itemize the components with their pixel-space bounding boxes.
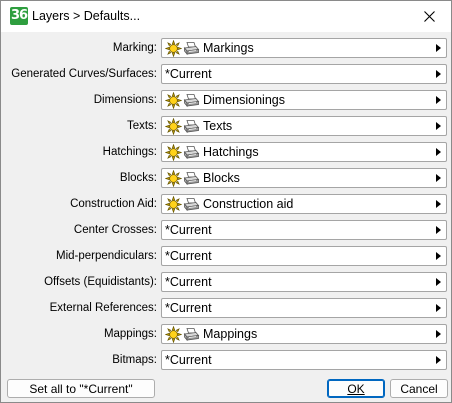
layer-row: Generated Curves/Surfaces: *Current — [1, 61, 451, 87]
layer-assignment-list: Marking: Markings Generated Curves/Surface… — [1, 35, 451, 373]
layer-select[interactable]: Texts — [161, 116, 447, 136]
cancel-label: Cancel — [400, 381, 438, 396]
dropdown-arrow-icon[interactable] — [436, 200, 441, 208]
layer-state-icons — [165, 169, 200, 187]
dropdown-arrow-icon[interactable] — [436, 96, 441, 104]
sun-icon — [165, 39, 182, 57]
layer-select-value: *Current — [165, 67, 212, 81]
ok-label: OK — [347, 381, 365, 396]
layer-row-label: Texts: — [126, 120, 157, 132]
cancel-button[interactable]: Cancel — [390, 379, 448, 398]
ok-button[interactable]: OK — [327, 379, 385, 398]
layer-row: Construction Aid: Construction aid — [1, 191, 451, 217]
layer-row: Marking: Markings — [1, 35, 451, 61]
dropdown-arrow-icon[interactable] — [436, 304, 441, 312]
layer-row: Dimensions: Dimensionings — [1, 87, 451, 113]
sun-icon — [165, 195, 182, 213]
layer-select-value: *Current — [165, 249, 212, 263]
title-bar[interactable]: 36 Layers > Defaults... — [1, 1, 451, 32]
layer-row-label: Center Crosses: — [73, 224, 157, 236]
layer-row: Mid-perpendiculars: *Current — [1, 243, 451, 269]
layer-state-icons — [165, 143, 200, 161]
layer-select[interactable]: *Current — [161, 272, 447, 292]
layer-select-value: Blocks — [203, 171, 240, 185]
layer-select[interactable]: *Current — [161, 246, 447, 266]
layer-row: Bitmaps: *Current — [1, 347, 451, 373]
layer-select[interactable]: Hatchings — [161, 142, 447, 162]
layer-state-icons — [165, 325, 200, 343]
dropdown-arrow-icon[interactable] — [436, 278, 441, 286]
layer-select[interactable]: Mappings — [161, 324, 447, 344]
app-icon: 36 — [10, 7, 28, 25]
printer-icon — [183, 93, 200, 107]
printer-icon — [183, 145, 200, 159]
layer-select[interactable]: *Current — [161, 350, 447, 370]
layer-row-label: Hatchings: — [102, 146, 157, 158]
layer-select-value: *Current — [165, 223, 212, 237]
dropdown-arrow-icon[interactable] — [436, 148, 441, 156]
layer-select[interactable]: Dimensionings — [161, 90, 447, 110]
layer-state-icons — [165, 117, 200, 135]
layer-row-label: Construction Aid: — [70, 198, 157, 210]
set-all-current-button[interactable]: Set all to "*Current" — [7, 379, 155, 398]
layer-select-value: Hatchings — [203, 145, 259, 159]
set-all-current-label: Set all to "*Current" — [29, 381, 133, 396]
layer-row-label: Offsets (Equidistants): — [44, 276, 157, 288]
layer-row-label: Mappings: — [103, 328, 157, 340]
sun-icon — [165, 91, 182, 109]
dropdown-arrow-icon[interactable] — [436, 252, 441, 260]
printer-icon — [183, 119, 200, 133]
layer-select[interactable]: Blocks — [161, 168, 447, 188]
window-title: Layers > Defaults... — [32, 9, 141, 23]
layer-select[interactable]: *Current — [161, 298, 447, 318]
layer-state-icons — [165, 39, 200, 57]
dropdown-arrow-icon[interactable] — [436, 174, 441, 182]
printer-icon — [183, 171, 200, 185]
layer-select-value: Mappings — [203, 327, 258, 341]
printer-icon — [183, 197, 200, 211]
printer-icon — [183, 41, 200, 55]
dropdown-arrow-icon[interactable] — [436, 356, 441, 364]
printer-icon — [183, 327, 200, 341]
dropdown-arrow-icon[interactable] — [436, 122, 441, 130]
layer-row-label: Marking: — [112, 42, 157, 54]
sun-icon — [165, 143, 182, 161]
layer-row-label: Bitmaps: — [112, 354, 157, 366]
layer-row: Texts: Texts — [1, 113, 451, 139]
layer-row: External References: *Current — [1, 295, 451, 321]
layer-row-label: Mid-perpendiculars: — [56, 250, 157, 262]
layer-row-label: Blocks: — [119, 172, 157, 184]
layer-row: Hatchings: Hatchings — [1, 139, 451, 165]
layer-select[interactable]: Markings — [161, 38, 447, 58]
dropdown-arrow-icon[interactable] — [436, 44, 441, 52]
layer-row: Blocks: Blocks — [1, 165, 451, 191]
layer-select[interactable]: *Current — [161, 64, 447, 84]
layer-select-value: *Current — [165, 301, 212, 315]
close-button[interactable] — [407, 1, 451, 32]
layer-select-value: Dimensionings — [203, 93, 285, 107]
layer-row-label: Generated Curves/Surfaces: — [11, 68, 157, 80]
close-icon — [423, 11, 435, 22]
layer-select[interactable]: *Current — [161, 220, 447, 240]
dropdown-arrow-icon[interactable] — [436, 226, 441, 234]
layers-defaults-dialog: 36 Layers > Defaults... Marking: Markings… — [0, 0, 452, 403]
dropdown-arrow-icon[interactable] — [436, 330, 441, 338]
sun-icon — [165, 169, 182, 187]
layer-select-value: *Current — [165, 275, 212, 289]
layer-state-icons — [165, 195, 200, 213]
sun-icon — [165, 117, 182, 135]
layer-row: Offsets (Equidistants): *Current — [1, 269, 451, 295]
sun-icon — [165, 325, 182, 343]
layer-row: Mappings: Mappings — [1, 321, 451, 347]
layer-select-value: Markings — [203, 41, 254, 55]
layer-select-value: Construction aid — [203, 197, 294, 211]
layer-row-label: Dimensions: — [93, 94, 157, 106]
layer-select[interactable]: Construction aid — [161, 194, 447, 214]
layer-select-value: Texts — [203, 119, 233, 133]
layer-select-value: *Current — [165, 353, 212, 367]
dropdown-arrow-icon[interactable] — [436, 70, 441, 78]
layer-row-label: External References: — [49, 302, 157, 314]
layer-state-icons — [165, 91, 200, 109]
layer-row: Center Crosses: *Current — [1, 217, 451, 243]
